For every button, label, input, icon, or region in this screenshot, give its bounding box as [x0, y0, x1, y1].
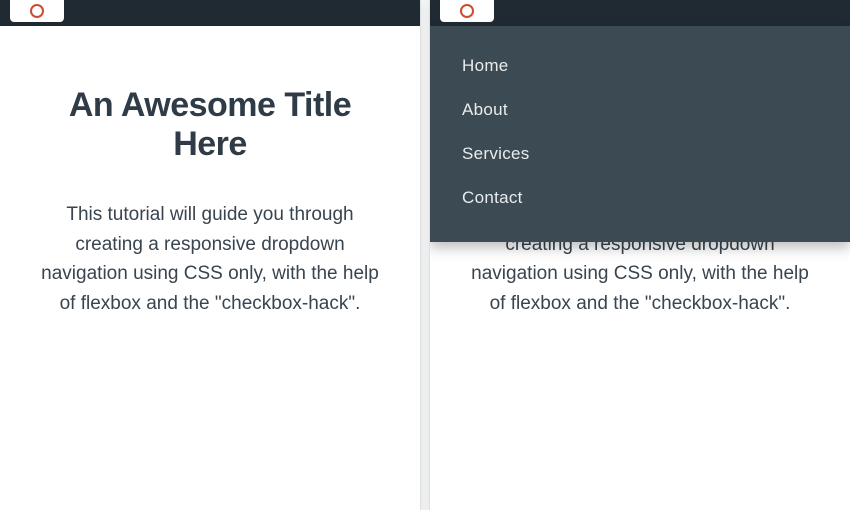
page-body: This tutorial will guide you through cre… [36, 200, 384, 318]
nav-item-about[interactable]: About [430, 88, 850, 132]
nav-item-home[interactable]: Home [430, 44, 850, 88]
logo-icon [460, 4, 474, 18]
hero-content: An Awesome Title Here This tutorial will… [0, 26, 420, 318]
logo-badge[interactable] [10, 0, 64, 22]
preview-closed: An Awesome Title Here This tutorial will… [0, 0, 420, 510]
logo-icon [30, 4, 44, 18]
topbar [430, 0, 850, 26]
nav-item-contact[interactable]: Contact [430, 176, 850, 220]
logo-badge[interactable] [440, 0, 494, 22]
topbar [0, 0, 420, 26]
nav-item-services[interactable]: Services [430, 132, 850, 176]
page-title: An Awesome Title Here [36, 86, 384, 164]
nav-dropdown: Home About Services Contact [430, 26, 850, 242]
preview-open: An Awesome Title Here This tutorial will… [430, 0, 850, 510]
